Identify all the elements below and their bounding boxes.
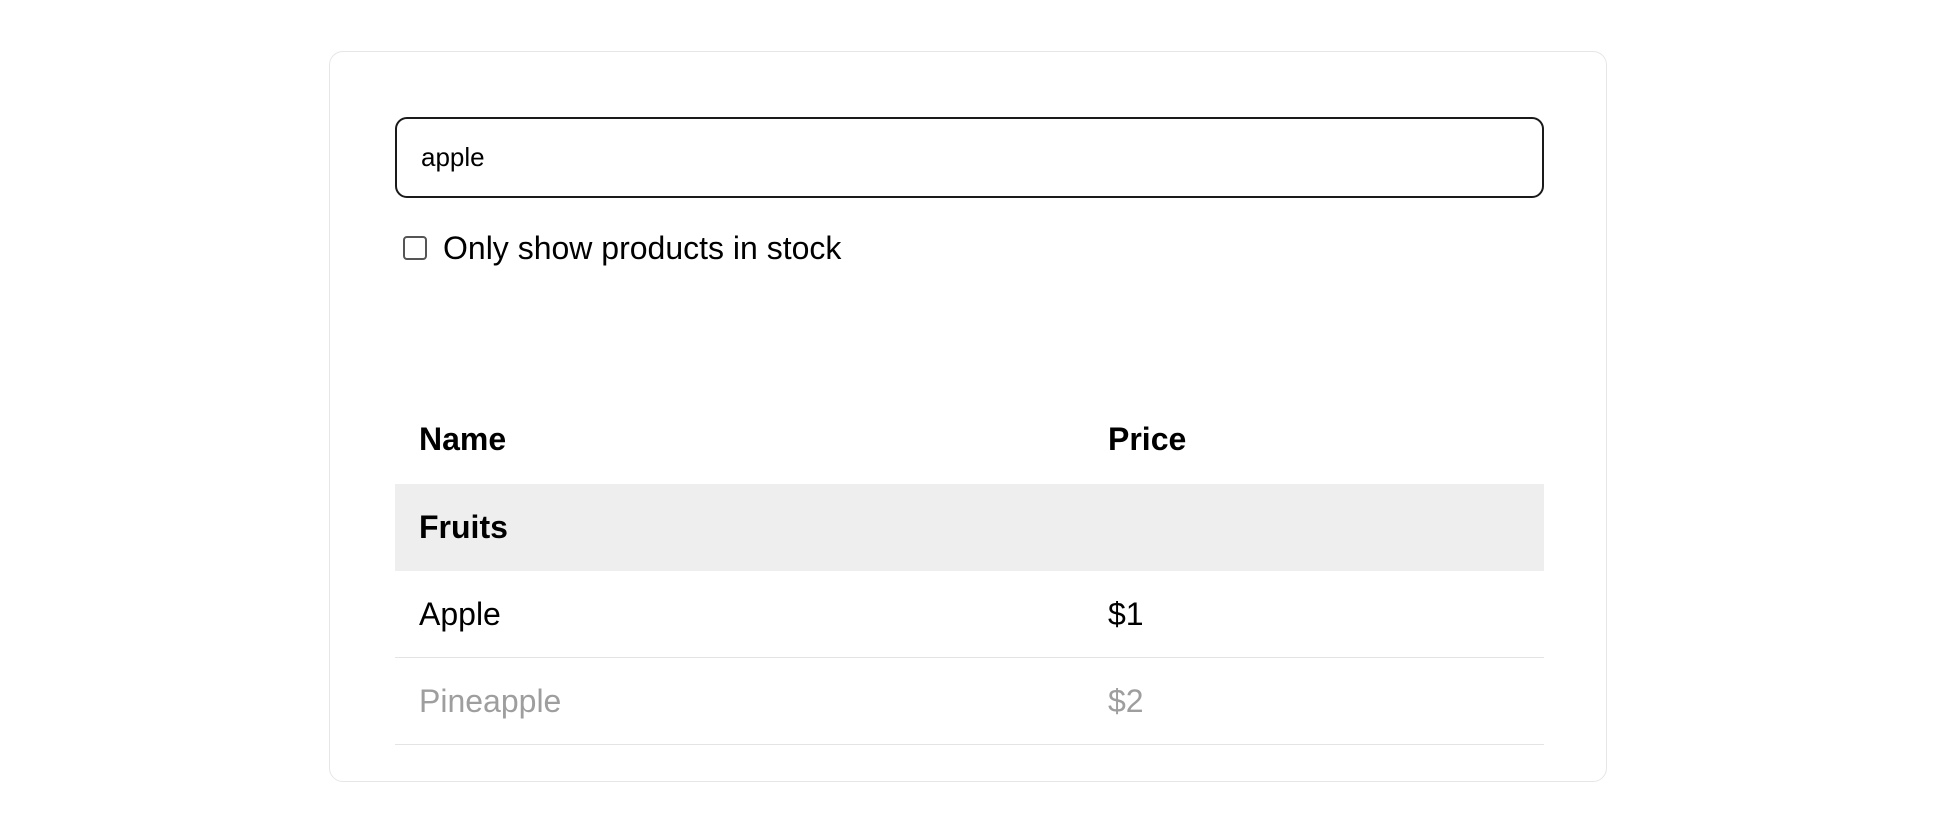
category-row: Fruits (395, 484, 1544, 571)
stock-filter[interactable]: Only show products in stock (403, 226, 841, 270)
category-label: Fruits (419, 509, 508, 545)
in-stock-label[interactable]: Only show products in stock (443, 230, 841, 267)
product-table: Name Price Fruits Apple $1 Pineapple $2 (395, 394, 1544, 745)
in-stock-checkbox[interactable] (403, 236, 427, 260)
column-header-name: Name (419, 420, 507, 457)
table-row: Apple $1 (395, 571, 1544, 658)
column-header-price: Price (1108, 420, 1187, 457)
product-name: Apple (419, 595, 501, 632)
product-filter-card: Only show products in stock Name Price F… (329, 51, 1607, 782)
product-price: $2 (1108, 682, 1144, 719)
product-name: Pineapple (419, 682, 562, 719)
search-input[interactable] (395, 117, 1544, 198)
table-row: Pineapple $2 (395, 658, 1544, 745)
product-price: $1 (1108, 595, 1144, 632)
table-header-row: Name Price (395, 394, 1544, 484)
